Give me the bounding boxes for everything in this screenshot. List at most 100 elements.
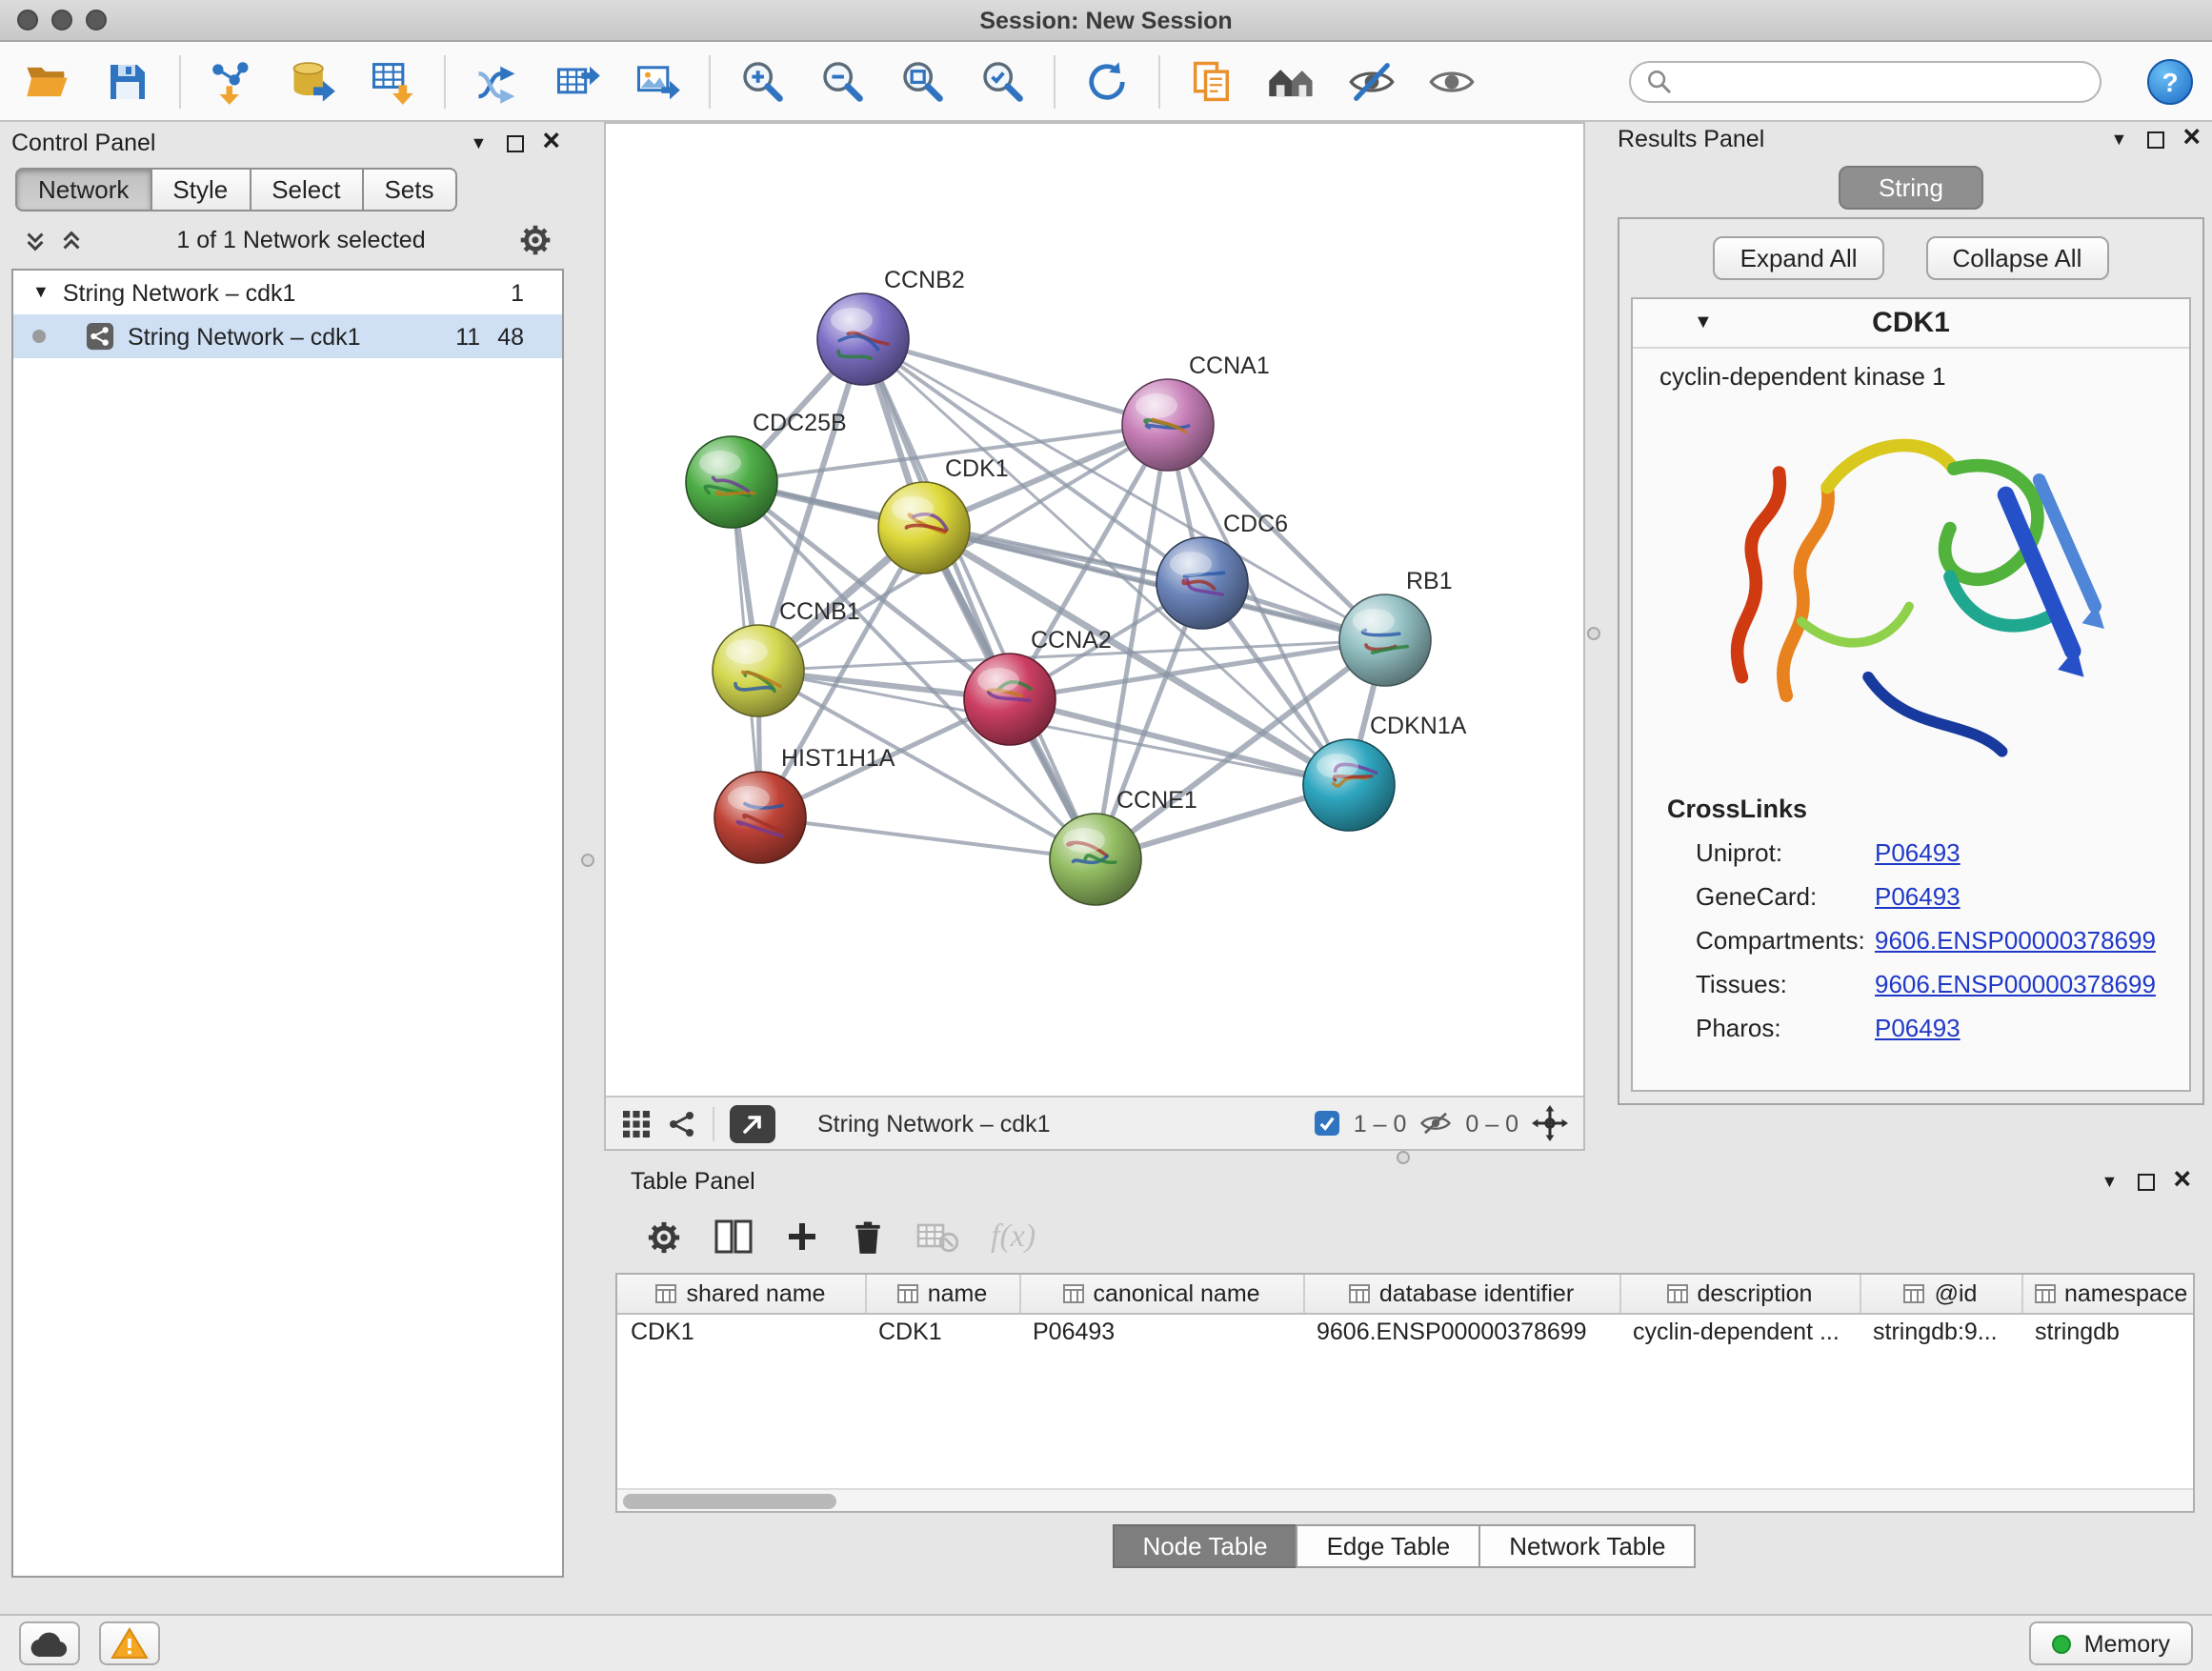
network-row[interactable]: String Network – cdk1 11 48 [13,314,562,358]
splitter-handle[interactable] [581,854,594,867]
tab-string[interactable]: String [1839,166,1983,210]
close-panel-icon[interactable]: × [2182,126,2201,152]
scrollbar-thumb[interactable] [623,1494,836,1509]
cell-description[interactable]: cyclin-dependent ... [1619,1313,1860,1349]
copy-document-button[interactable] [1183,52,1240,110]
cloud-status-button[interactable] [19,1621,80,1665]
network-node-RB1[interactable] [1339,594,1431,686]
gear-icon[interactable] [518,223,553,257]
network-node-CCNA2[interactable] [964,654,1056,745]
column-header[interactable]: namespace [2021,1275,2195,1313]
export-network-button[interactable] [469,52,526,110]
crosslink-tissues[interactable]: 9606.ENSP00000378699 [1875,970,2156,998]
cell-namespace[interactable]: stringdb [2021,1313,2195,1349]
collapse-all-icon[interactable] [23,228,48,252]
network-node-CCNA1[interactable] [1122,379,1214,471]
expand-all-button[interactable]: Expand All [1714,236,1884,280]
splitter-handle[interactable] [1397,1151,1410,1164]
collapse-section-icon[interactable]: ▼ [1694,313,1713,332]
cell-name[interactable]: CDK1 [865,1313,1019,1349]
protein-card-header[interactable]: ▼ CDK1 [1633,299,2189,349]
gear-icon[interactable] [646,1218,682,1255]
export-view-button[interactable] [730,1104,775,1142]
expand-all-icon[interactable] [59,228,84,252]
network-node-CDK1[interactable] [878,482,970,574]
cell-database-identifier[interactable]: 9606.ENSP00000378699 [1303,1313,1619,1349]
collapse-all-button[interactable]: Collapse All [1926,236,2109,280]
hide-selected-button[interactable] [1343,52,1400,110]
hidden-eye-icon[interactable] [1419,1109,1452,1137]
select-columns-icon[interactable] [714,1219,753,1254]
tree-expand-icon[interactable]: ▼ [32,284,50,301]
float-panel-icon[interactable] [2146,131,2163,148]
close-panel-icon[interactable]: × [542,130,560,156]
export-table-button[interactable] [549,52,606,110]
network-node-CDC6[interactable] [1156,537,1248,629]
crosslink-compartments[interactable]: 9606.ENSP00000378699 [1875,926,2156,955]
network-node-CCNB2[interactable] [817,293,909,385]
network-node-CCNB1[interactable] [713,625,804,716]
cell-id[interactable]: stringdb:9... [1860,1313,2021,1349]
column-header[interactable]: @id [1860,1275,2021,1313]
tab-select[interactable]: Select [249,168,363,211]
crosslink-pharos[interactable]: P06493 [1875,1014,1961,1042]
tab-edge-table[interactable]: Edge Table [1297,1524,1481,1568]
warnings-button[interactable] [99,1621,160,1665]
delete-column-icon[interactable] [852,1218,884,1255]
grid-view-icon[interactable] [621,1108,652,1138]
tab-network-table[interactable]: Network Table [1478,1524,1696,1568]
float-panel-icon[interactable] [2137,1173,2154,1190]
network-node-HIST1H1A[interactable] [714,772,806,863]
tab-network[interactable]: Network [15,168,151,211]
search-box[interactable] [1629,60,2101,102]
zoom-out-button[interactable] [814,52,871,110]
column-header[interactable]: description [1619,1275,1860,1313]
import-table-button[interactable] [364,52,421,110]
network-node-CDKN1A[interactable] [1303,739,1395,831]
crosslink-uniprot[interactable]: P06493 [1875,838,1961,867]
home-pages-button[interactable] [1263,52,1320,110]
column-header[interactable]: database identifier [1303,1275,1619,1313]
tab-node-table[interactable]: Node Table [1112,1524,1297,1568]
network-canvas[interactable]: CCNB2CCNA1CDC25BCDK1CDC6RB1CCNB1CCNA2CDK… [606,124,1583,1096]
memory-button[interactable]: Memory [2029,1621,2193,1665]
export-image-button[interactable] [629,52,686,110]
close-panel-icon[interactable]: × [2173,1168,2191,1195]
help-button[interactable]: ? [2147,58,2193,104]
network-node-CDC25B[interactable] [686,436,777,528]
selected-checkbox-icon[interactable] [1316,1111,1340,1136]
show-hidden-button[interactable] [1423,52,1480,110]
zoom-window-button[interactable] [86,10,107,30]
network-overview-icon[interactable] [667,1108,697,1138]
column-header[interactable]: shared name [617,1275,865,1313]
crosshair-icon[interactable] [1532,1105,1568,1141]
cell-shared-name[interactable]: CDK1 [617,1313,865,1349]
save-session-button[interactable] [99,52,156,110]
import-network-database-button[interactable] [284,52,341,110]
zoom-fit-button[interactable] [894,52,951,110]
import-network-file-button[interactable] [204,52,261,110]
collapse-panel-icon[interactable]: ▼ [2110,131,2127,148]
apply-layout-button[interactable] [1078,52,1136,110]
tab-style[interactable]: Style [150,168,251,211]
minimize-window-button[interactable] [51,10,72,30]
crosslink-genecard[interactable]: P06493 [1875,882,1961,911]
search-input[interactable] [1680,68,2084,94]
table-row[interactable]: CDK1 CDK1 P06493 9606.ENSP00000378699 cy… [617,1313,2195,1349]
close-window-button[interactable] [17,10,38,30]
float-panel-icon[interactable] [506,134,523,151]
tab-sets[interactable]: Sets [361,168,456,211]
network-collection-row[interactable]: ▼ String Network – cdk1 1 [13,271,562,314]
splitter-handle[interactable] [1587,627,1600,640]
collapse-panel-icon[interactable]: ▼ [470,134,487,151]
open-session-button[interactable] [19,52,76,110]
zoom-selected-button[interactable] [974,52,1031,110]
node-label: RB1 [1406,568,1453,594]
cell-canonical-name[interactable]: P06493 [1019,1313,1303,1349]
column-header[interactable]: canonical name [1019,1275,1303,1313]
add-column-icon[interactable] [785,1219,819,1254]
zoom-in-button[interactable] [734,52,791,110]
collapse-panel-icon[interactable]: ▼ [2101,1173,2118,1190]
column-header[interactable]: name [865,1275,1019,1313]
network-node-CCNE1[interactable] [1050,814,1141,905]
